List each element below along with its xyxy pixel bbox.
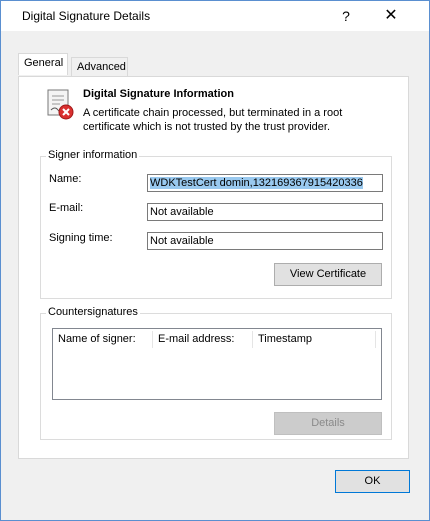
signing-time-label: Signing time: [49,232,113,244]
help-button[interactable]: ? [324,1,368,31]
details-button[interactable]: Details [274,412,382,435]
email-field[interactable]: Not available [147,203,383,221]
name-field[interactable]: WDKTestCert domin,132169367915420336 [147,174,383,192]
signer-information-group: Signer information Name: WDKTestCert dom… [40,149,392,299]
info-heading: Digital Signature Information [83,88,234,100]
window-title: Digital Signature Details [22,9,151,23]
view-certificate-button[interactable]: View Certificate [274,263,382,286]
name-value: WDKTestCert domin,132169367915420336 [150,177,363,189]
tab-advanced[interactable]: Advanced [71,57,128,76]
general-tab-panel: Digital Signature Information A certific… [18,76,409,459]
info-message: A certificate chain processed, but termi… [83,107,343,133]
certificate-error-icon [47,89,74,120]
signing-time-field[interactable]: Not available [147,232,383,250]
email-label: E-mail: [49,202,84,214]
column-divider[interactable] [375,331,376,348]
countersignatures-list[interactable]: Name of signer: E-mail address: Timestam… [52,328,382,400]
countersignatures-group: Countersignatures Name of signer: E-mail… [40,306,392,440]
column-header-name-of-signer[interactable]: Name of signer: [53,329,153,350]
tab-general[interactable]: General [18,53,68,75]
title-bar: Digital Signature Details ? ✕ [1,1,429,31]
name-label: Name: [49,173,82,185]
signer-group-label: Signer information [46,149,140,161]
dialog-window: Digital Signature Details ? ✕ General Ad… [0,0,430,521]
ok-button[interactable]: OK [335,470,410,493]
column-header-email-address[interactable]: E-mail address: [153,329,253,350]
column-header-timestamp[interactable]: Timestamp [253,329,375,350]
close-button[interactable]: ✕ [369,1,413,31]
countersignatures-group-label: Countersignatures [46,306,140,318]
